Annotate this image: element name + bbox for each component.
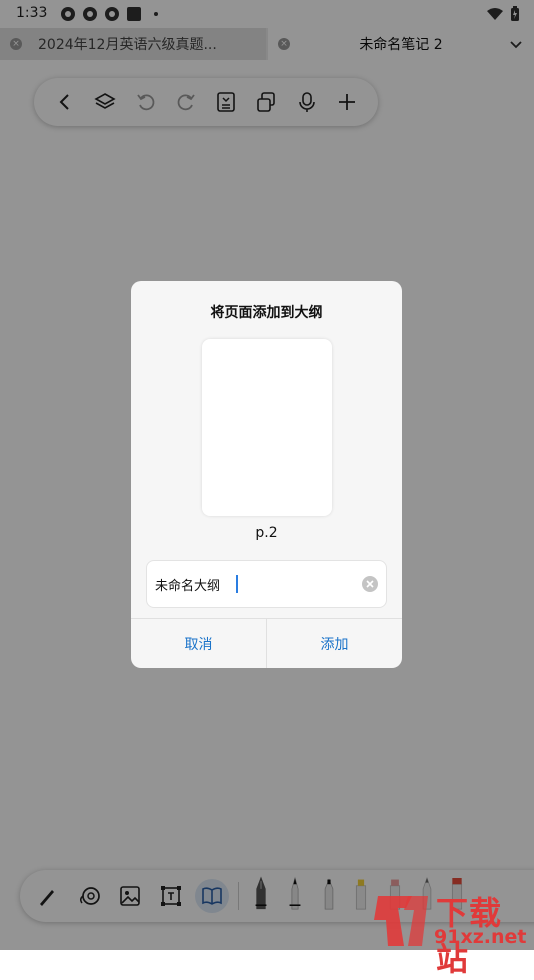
add-page-to-outline-dialog: 将页面添加到大纲 p.2 取消 添加 (131, 281, 402, 668)
add-button[interactable]: 添加 (267, 619, 402, 668)
app-screen: 1:33 × 2024年12月英语六级真题... × 未命名笔记 2 将页面添加… (0, 0, 534, 978)
site-watermark: 下载站 91xz.net (368, 886, 534, 978)
text-cursor (236, 575, 238, 593)
cancel-button[interactable]: 取消 (131, 619, 266, 668)
watermark-logo-icon (374, 896, 428, 946)
page-thumbnail (202, 339, 332, 516)
outline-name-field[interactable] (146, 560, 387, 608)
outline-name-input[interactable] (155, 573, 355, 595)
watermark-url: 91xz.net (434, 926, 527, 948)
dialog-title: 将页面添加到大纲 (210, 305, 323, 321)
page-number-label: p.2 (255, 525, 278, 541)
clear-input-icon[interactable] (361, 575, 379, 593)
